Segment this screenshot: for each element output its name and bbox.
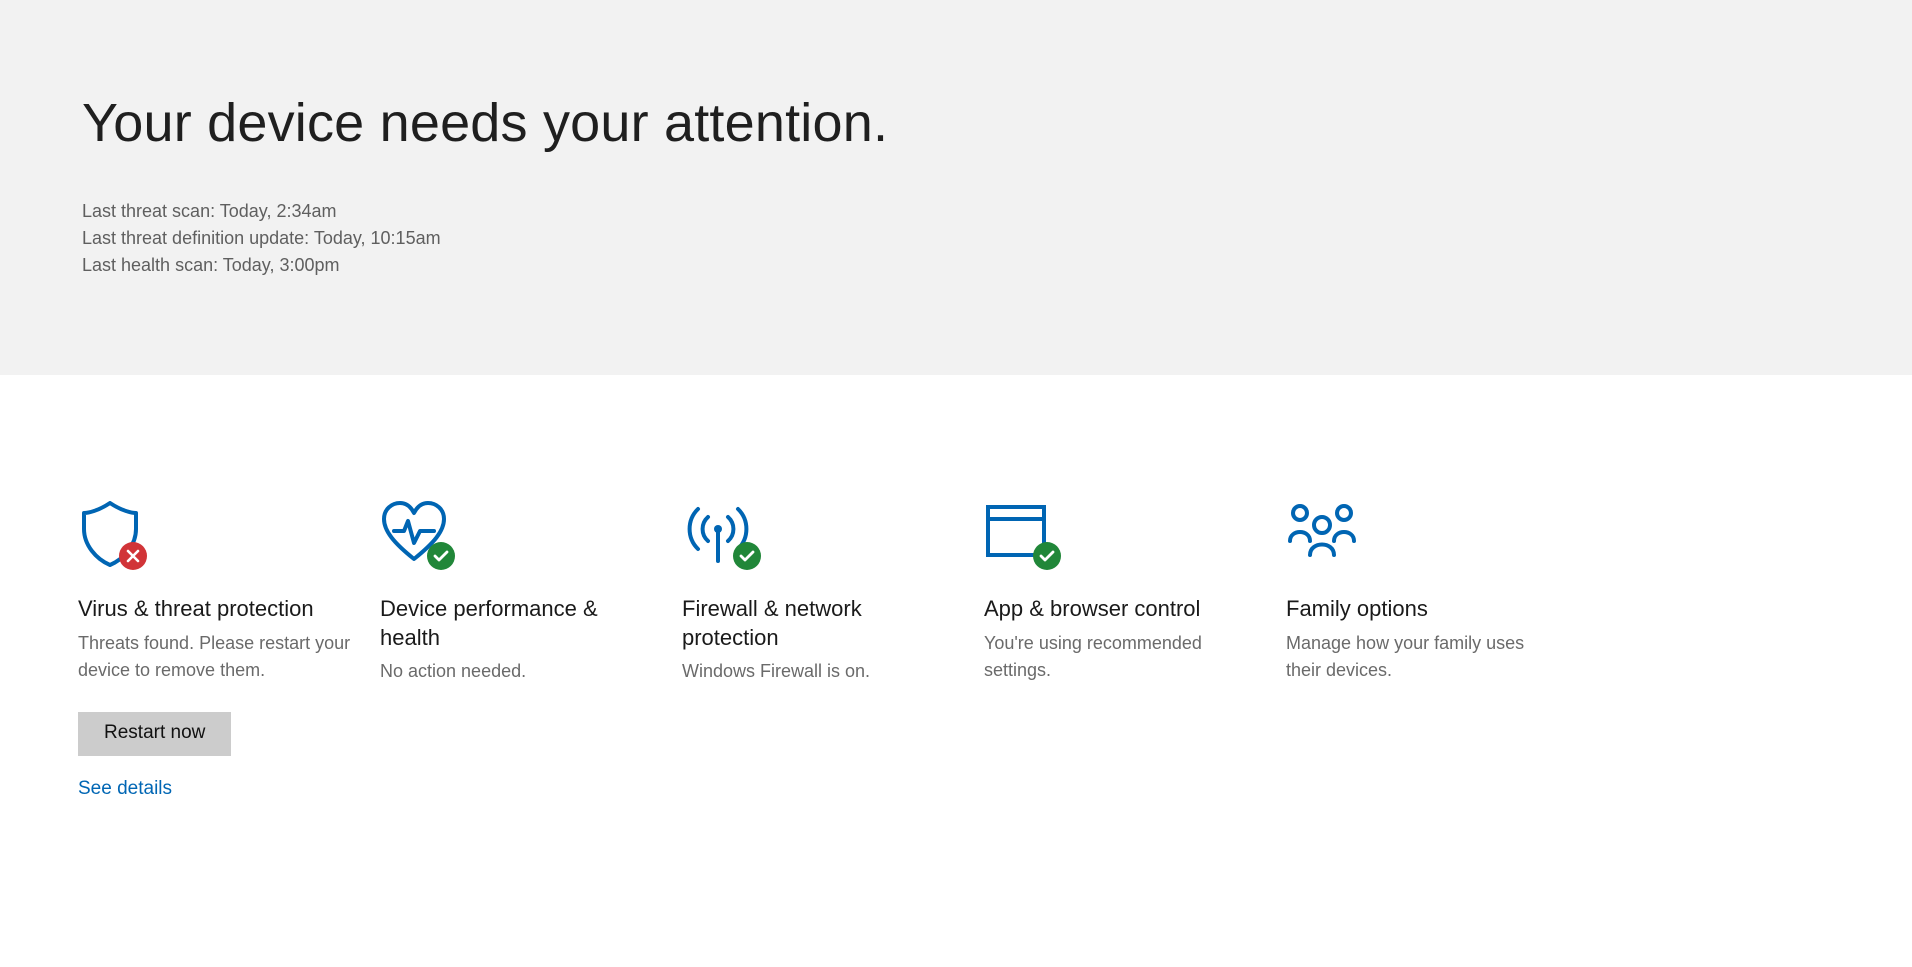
ok-badge-icon (426, 541, 456, 571)
error-badge-icon (118, 541, 148, 571)
card-family[interactable]: Family options Manage how your family us… (1286, 501, 1588, 800)
ok-badge-icon (1032, 541, 1062, 571)
shield-icon (78, 501, 356, 571)
last-threat-scan: Last threat scan: Today, 2:34am (82, 198, 1912, 224)
card-app-browser[interactable]: App & browser control You're using recom… (984, 501, 1286, 800)
hero-panel: Your device needs your attention. Last t… (0, 0, 1912, 375)
card-virus-threat[interactable]: Virus & threat protection Threats found.… (78, 501, 380, 800)
page-title: Your device needs your attention. (82, 92, 1912, 154)
last-health-scan: Last health scan: Today, 3:00pm (82, 252, 1912, 278)
card-sub: You're using recommended settings. (984, 630, 1262, 684)
cards-row: Virus & threat protection Threats found.… (0, 375, 1912, 800)
card-title: Family options (1286, 595, 1564, 624)
browser-window-icon (984, 501, 1262, 571)
card-sub: Manage how your family uses their device… (1286, 630, 1564, 684)
family-icon (1286, 501, 1564, 571)
antenna-icon (682, 501, 960, 571)
card-title: Firewall & network protection (682, 595, 960, 652)
card-title: App & browser control (984, 595, 1262, 624)
card-sub: Threats found. Please restart your devic… (78, 630, 356, 684)
heart-health-icon (380, 501, 658, 571)
see-details-link[interactable]: See details (78, 778, 356, 800)
status-block: Last threat scan: Today, 2:34am Last thr… (82, 198, 1912, 278)
card-sub: No action needed. (380, 658, 658, 685)
card-sub: Windows Firewall is on. (682, 658, 960, 685)
card-device-health[interactable]: Device performance & health No action ne… (380, 501, 682, 800)
restart-now-button[interactable]: Restart now (78, 712, 231, 756)
card-title: Virus & threat protection (78, 595, 356, 624)
ok-badge-icon (732, 541, 762, 571)
card-firewall[interactable]: Firewall & network protection Windows Fi… (682, 501, 984, 800)
last-definition-update: Last threat definition update: Today, 10… (82, 225, 1912, 251)
card-title: Device performance & health (380, 595, 658, 652)
